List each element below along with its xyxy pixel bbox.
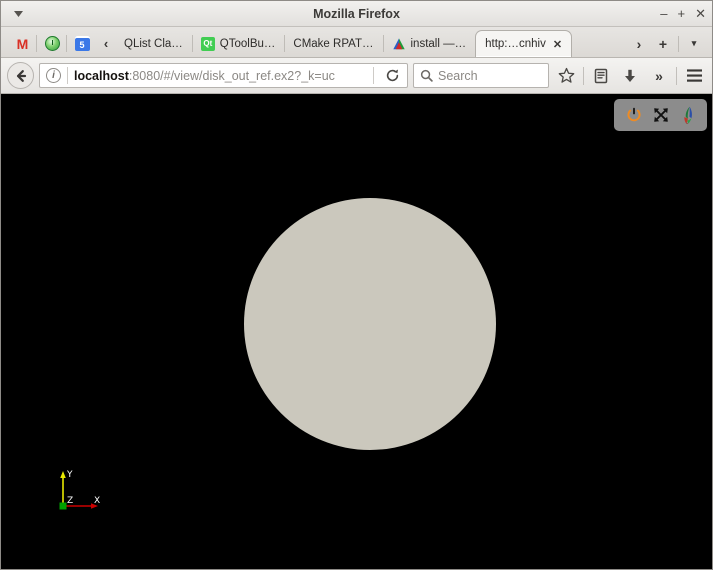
tab-scroll-left-button[interactable]: ‹ bbox=[97, 30, 115, 57]
close-button[interactable]: ✕ bbox=[695, 7, 706, 20]
tab-install[interactable]: install —… bbox=[382, 30, 476, 57]
divider bbox=[676, 66, 677, 85]
divider bbox=[373, 67, 374, 84]
tab-label: install —… bbox=[410, 37, 467, 50]
url-text: localhost:8080/#/view/disk_out_ref.ex2?_… bbox=[74, 69, 367, 83]
reload-icon bbox=[386, 69, 398, 82]
info-icon[interactable]: i bbox=[46, 68, 61, 83]
y-axis-label: Y bbox=[66, 470, 73, 480]
render-viewport[interactable]: Y X Z bbox=[1, 94, 712, 569]
tab-strip: M 5 ‹ QList Cla… Qt QToolBu… CMake RPAT…… bbox=[1, 27, 712, 58]
divider bbox=[67, 67, 68, 84]
tab-strip-actions: › + ▾ bbox=[627, 30, 712, 57]
tab-label: http:…cnhiv bbox=[485, 38, 546, 50]
timer-icon bbox=[44, 36, 60, 51]
url-host: localhost bbox=[74, 68, 129, 83]
tab-qlist-class[interactable]: QList Cla… bbox=[115, 30, 192, 57]
window-controls: – + ✕ bbox=[660, 7, 712, 20]
navigation-toolbar: i localhost:8080/#/view/disk_out_ref.ex2… bbox=[1, 58, 712, 94]
search-bar[interactable] bbox=[413, 63, 549, 88]
minimize-button[interactable]: – bbox=[660, 7, 667, 20]
calendar-icon: 5 bbox=[74, 36, 90, 51]
tab-cmake-rpath[interactable]: CMake RPAT… bbox=[284, 30, 382, 57]
url-bar[interactable]: i localhost:8080/#/view/disk_out_ref.ex2… bbox=[39, 63, 408, 88]
pinned-tab-google-calendar[interactable]: 5 bbox=[66, 30, 97, 57]
orientation-axes: Y X Z bbox=[55, 466, 115, 516]
paraview-icon bbox=[392, 37, 405, 49]
reload-button[interactable] bbox=[380, 64, 404, 87]
tab-label: QToolBu… bbox=[219, 37, 276, 50]
list-all-tabs-button[interactable]: ▾ bbox=[682, 30, 706, 57]
z-axis-label: Z bbox=[67, 496, 73, 506]
axes-triad: Y X Z bbox=[59, 470, 100, 510]
power-icon bbox=[627, 107, 640, 122]
viewer-control-panel bbox=[614, 99, 707, 131]
back-button[interactable] bbox=[7, 62, 34, 89]
new-tab-button[interactable]: + bbox=[651, 30, 675, 57]
url-path: :8080/#/view/disk_out_ref.ex2?_k=uc bbox=[128, 68, 335, 83]
qt-icon: Qt bbox=[200, 36, 215, 51]
x-axis-label: X bbox=[94, 496, 100, 506]
paraview-logo-icon bbox=[683, 106, 692, 124]
tab-label: QList Cla… bbox=[124, 37, 183, 50]
divider bbox=[583, 66, 584, 85]
download-icon bbox=[625, 69, 635, 82]
arrow-left-icon bbox=[16, 69, 26, 82]
window-menu-button[interactable] bbox=[5, 1, 31, 27]
disk-mesh[interactable] bbox=[244, 198, 496, 450]
tab-qtoolbutton[interactable]: Qt QToolBu… bbox=[191, 30, 285, 57]
caret-down-icon bbox=[13, 10, 23, 17]
search-icon bbox=[420, 69, 433, 82]
tab-paraview-visualizer[interactable]: http:…cnhiv ✕ bbox=[475, 30, 573, 57]
divider bbox=[678, 35, 679, 52]
z-axis-origin bbox=[59, 502, 67, 510]
star-icon bbox=[558, 67, 574, 83]
search-input[interactable] bbox=[438, 68, 542, 83]
overflow-menu-button[interactable]: » bbox=[647, 62, 671, 89]
disconnect-button[interactable] bbox=[625, 107, 642, 124]
paraview-logo[interactable] bbox=[679, 106, 696, 124]
tab-close-button[interactable]: ✕ bbox=[553, 38, 562, 51]
tab-scroll-right-button[interactable]: › bbox=[627, 30, 651, 57]
y-axis-arrow bbox=[60, 471, 66, 478]
hamburger-icon bbox=[686, 69, 702, 82]
expand-arrows-icon bbox=[653, 108, 668, 122]
fullscreen-button[interactable] bbox=[652, 107, 669, 124]
window-title: Mozilla Firefox bbox=[313, 7, 400, 21]
bookmark-button[interactable] bbox=[554, 62, 578, 89]
tab-label: CMake RPAT… bbox=[293, 37, 374, 50]
title-bar: Mozilla Firefox – + ✕ bbox=[1, 1, 712, 27]
app-menu-button[interactable] bbox=[682, 62, 706, 89]
pinned-tab-gmail[interactable]: M bbox=[7, 30, 37, 57]
firefox-window: Mozilla Firefox – + ✕ M 5 ‹ QList Cla… Q… bbox=[0, 0, 713, 570]
gmail-icon: M bbox=[16, 35, 29, 52]
downloads-button[interactable] bbox=[618, 62, 642, 89]
library-icon bbox=[594, 68, 608, 83]
maximize-button[interactable]: + bbox=[678, 7, 686, 20]
library-button[interactable] bbox=[589, 62, 613, 89]
pinned-tab-toggl[interactable] bbox=[36, 30, 67, 57]
